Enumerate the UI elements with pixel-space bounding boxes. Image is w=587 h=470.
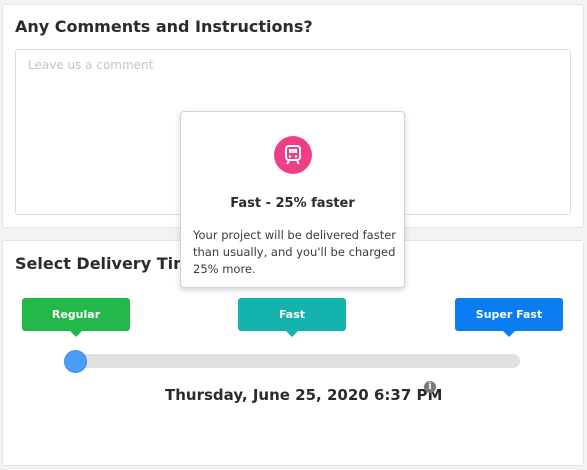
comments-title: Any Comments and Instructions? [15,17,313,36]
speed-option-super-fast[interactable]: Super Fast [455,298,563,337]
delivery-slider-track[interactable] [67,354,520,368]
speed-option-regular[interactable]: Regular [22,298,130,337]
train-icon-glyph [285,145,301,165]
train-icon [274,136,312,174]
info-icon[interactable]: i [424,381,436,393]
delivery-slider-thumb[interactable] [64,350,87,373]
speed-tooltip: Fast - 25% faster Your project will be d… [180,111,405,288]
tooltip-body: Your project will be delivered faster th… [193,228,397,276]
speed-option-fast[interactable]: Fast [238,298,346,337]
delivery-date: Thursday, June 25, 2020 6:37 PM [165,386,443,404]
delivery-title: Select Delivery Time [15,254,201,273]
tooltip-title: Fast - 25% faster [230,196,355,211]
